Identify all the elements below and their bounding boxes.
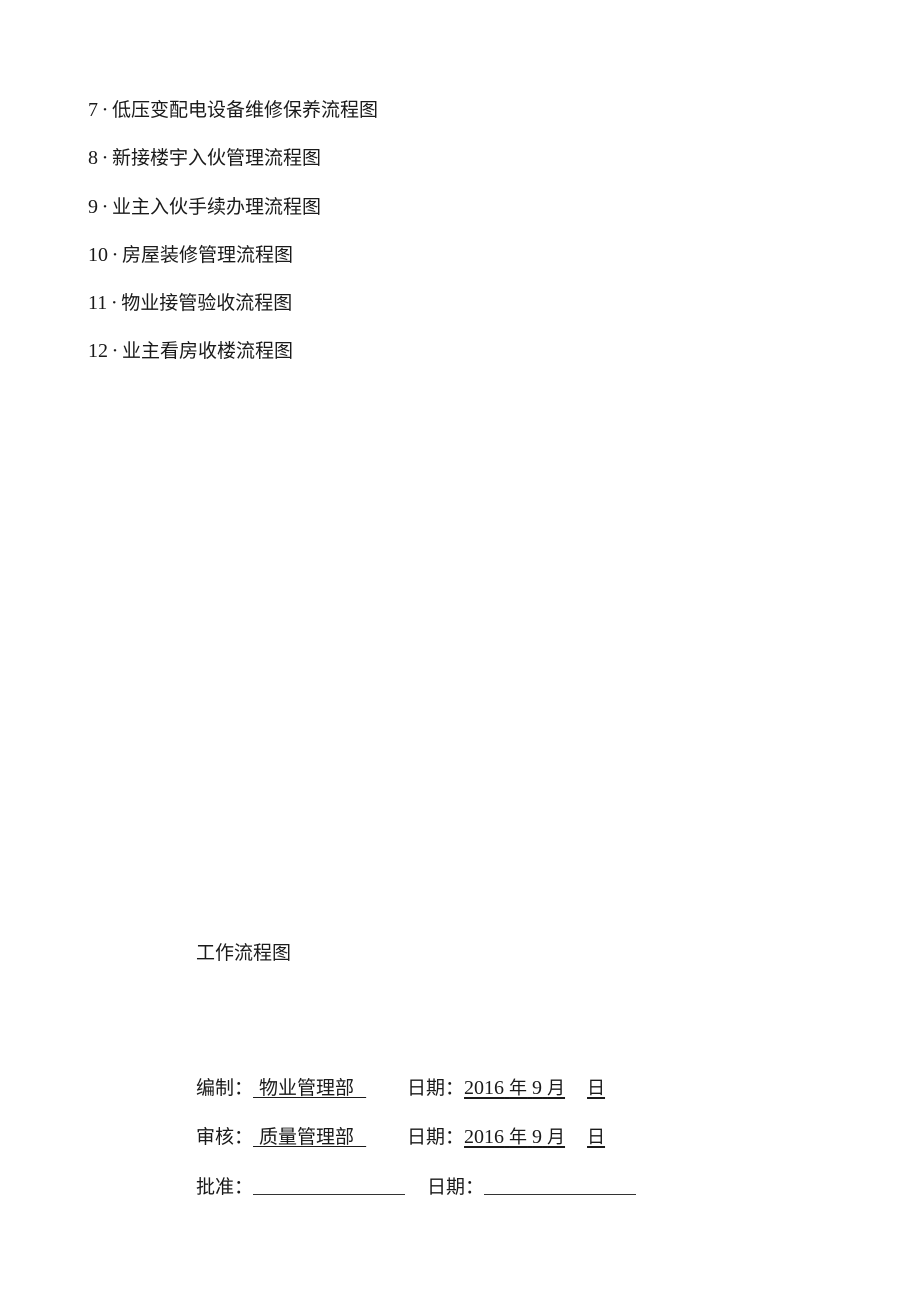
reviewed-date-day-unit: 日 bbox=[587, 1127, 606, 1148]
approved-label: 批准： bbox=[196, 1176, 254, 1198]
reviewed-value: 质量管理部 bbox=[253, 1126, 367, 1148]
reviewed-date-year-unit: 年 bbox=[509, 1127, 528, 1148]
prepared-date-day-unit: 日 bbox=[587, 1078, 606, 1099]
toc-item: 10 · 房屋装修管理流程图 bbox=[88, 243, 293, 267]
prepared-date-month: 9 bbox=[532, 1077, 543, 1099]
toc-item-number: 12 bbox=[88, 340, 108, 362]
reviewed-date-label: 日期： bbox=[407, 1126, 465, 1148]
reviewed-date-value: 2016 年 9 月日 bbox=[464, 1125, 605, 1150]
approved-signature-field[interactable] bbox=[253, 1174, 406, 1195]
toc-item-separator: · bbox=[111, 244, 119, 266]
signoff-row-reviewed: 审核： 质量管理部 日期：2016 年 9 月日 bbox=[196, 1125, 605, 1150]
toc-item-title: 低压变配电设备维修保养流程图 bbox=[112, 99, 379, 121]
prepared-date-label: 日期： bbox=[407, 1077, 465, 1099]
toc-item: 12 · 业主看房收楼流程图 bbox=[88, 339, 293, 363]
toc-item: 11 · 物业接管验收流程图 bbox=[88, 291, 292, 315]
prepared-date-year-unit: 年 bbox=[509, 1078, 528, 1099]
toc-item-number: 7 bbox=[88, 99, 98, 121]
approved-date-field[interactable] bbox=[484, 1174, 637, 1195]
toc-item-number: 10 bbox=[88, 244, 108, 266]
reviewed-date-year: 2016 bbox=[464, 1126, 505, 1148]
approved-date-label: 日期： bbox=[427, 1176, 485, 1198]
prepared-value: 物业管理部 bbox=[253, 1077, 367, 1099]
toc-item-title: 房屋装修管理流程图 bbox=[122, 244, 294, 266]
toc-item-title: 业主入伙手续办理流程图 bbox=[112, 196, 322, 218]
reviewed-date-month: 9 bbox=[532, 1126, 543, 1148]
toc-item-separator: · bbox=[111, 340, 119, 362]
toc-item-title: 新接楼宇入伙管理流程图 bbox=[112, 147, 322, 169]
toc-item-separator: · bbox=[111, 292, 118, 314]
toc-item: 9 · 业主入伙手续办理流程图 bbox=[88, 195, 321, 219]
prepared-date-value: 2016 年 9 月日 bbox=[464, 1076, 605, 1101]
toc-item-separator: · bbox=[101, 147, 109, 169]
reviewed-label: 审核： bbox=[196, 1126, 254, 1148]
prepared-label: 编制： bbox=[196, 1077, 254, 1099]
toc-item: 7 · 低压变配电设备维修保养流程图 bbox=[88, 98, 378, 122]
toc-item-number: 9 bbox=[88, 196, 98, 218]
signoff-row-approved: 批准： 日期： bbox=[196, 1174, 637, 1199]
toc-item-number: 11 bbox=[88, 292, 108, 314]
toc-item-title: 业主看房收楼流程图 bbox=[122, 340, 294, 362]
toc-item: 8 · 新接楼宇入伙管理流程图 bbox=[88, 146, 321, 170]
toc-item-number: 8 bbox=[88, 147, 98, 169]
toc-item-separator: · bbox=[101, 99, 109, 121]
prepared-date-year: 2016 bbox=[464, 1077, 505, 1099]
prepared-date-month-unit: 月 bbox=[547, 1078, 566, 1099]
toc-item-separator: · bbox=[101, 196, 109, 218]
reviewed-date-month-unit: 月 bbox=[547, 1127, 566, 1148]
document-title: 工作流程图 bbox=[196, 942, 292, 964]
toc-item-title: 物业接管验收流程图 bbox=[121, 292, 293, 314]
signoff-row-prepared: 编制： 物业管理部 日期：2016 年 9 月日 bbox=[196, 1076, 605, 1101]
